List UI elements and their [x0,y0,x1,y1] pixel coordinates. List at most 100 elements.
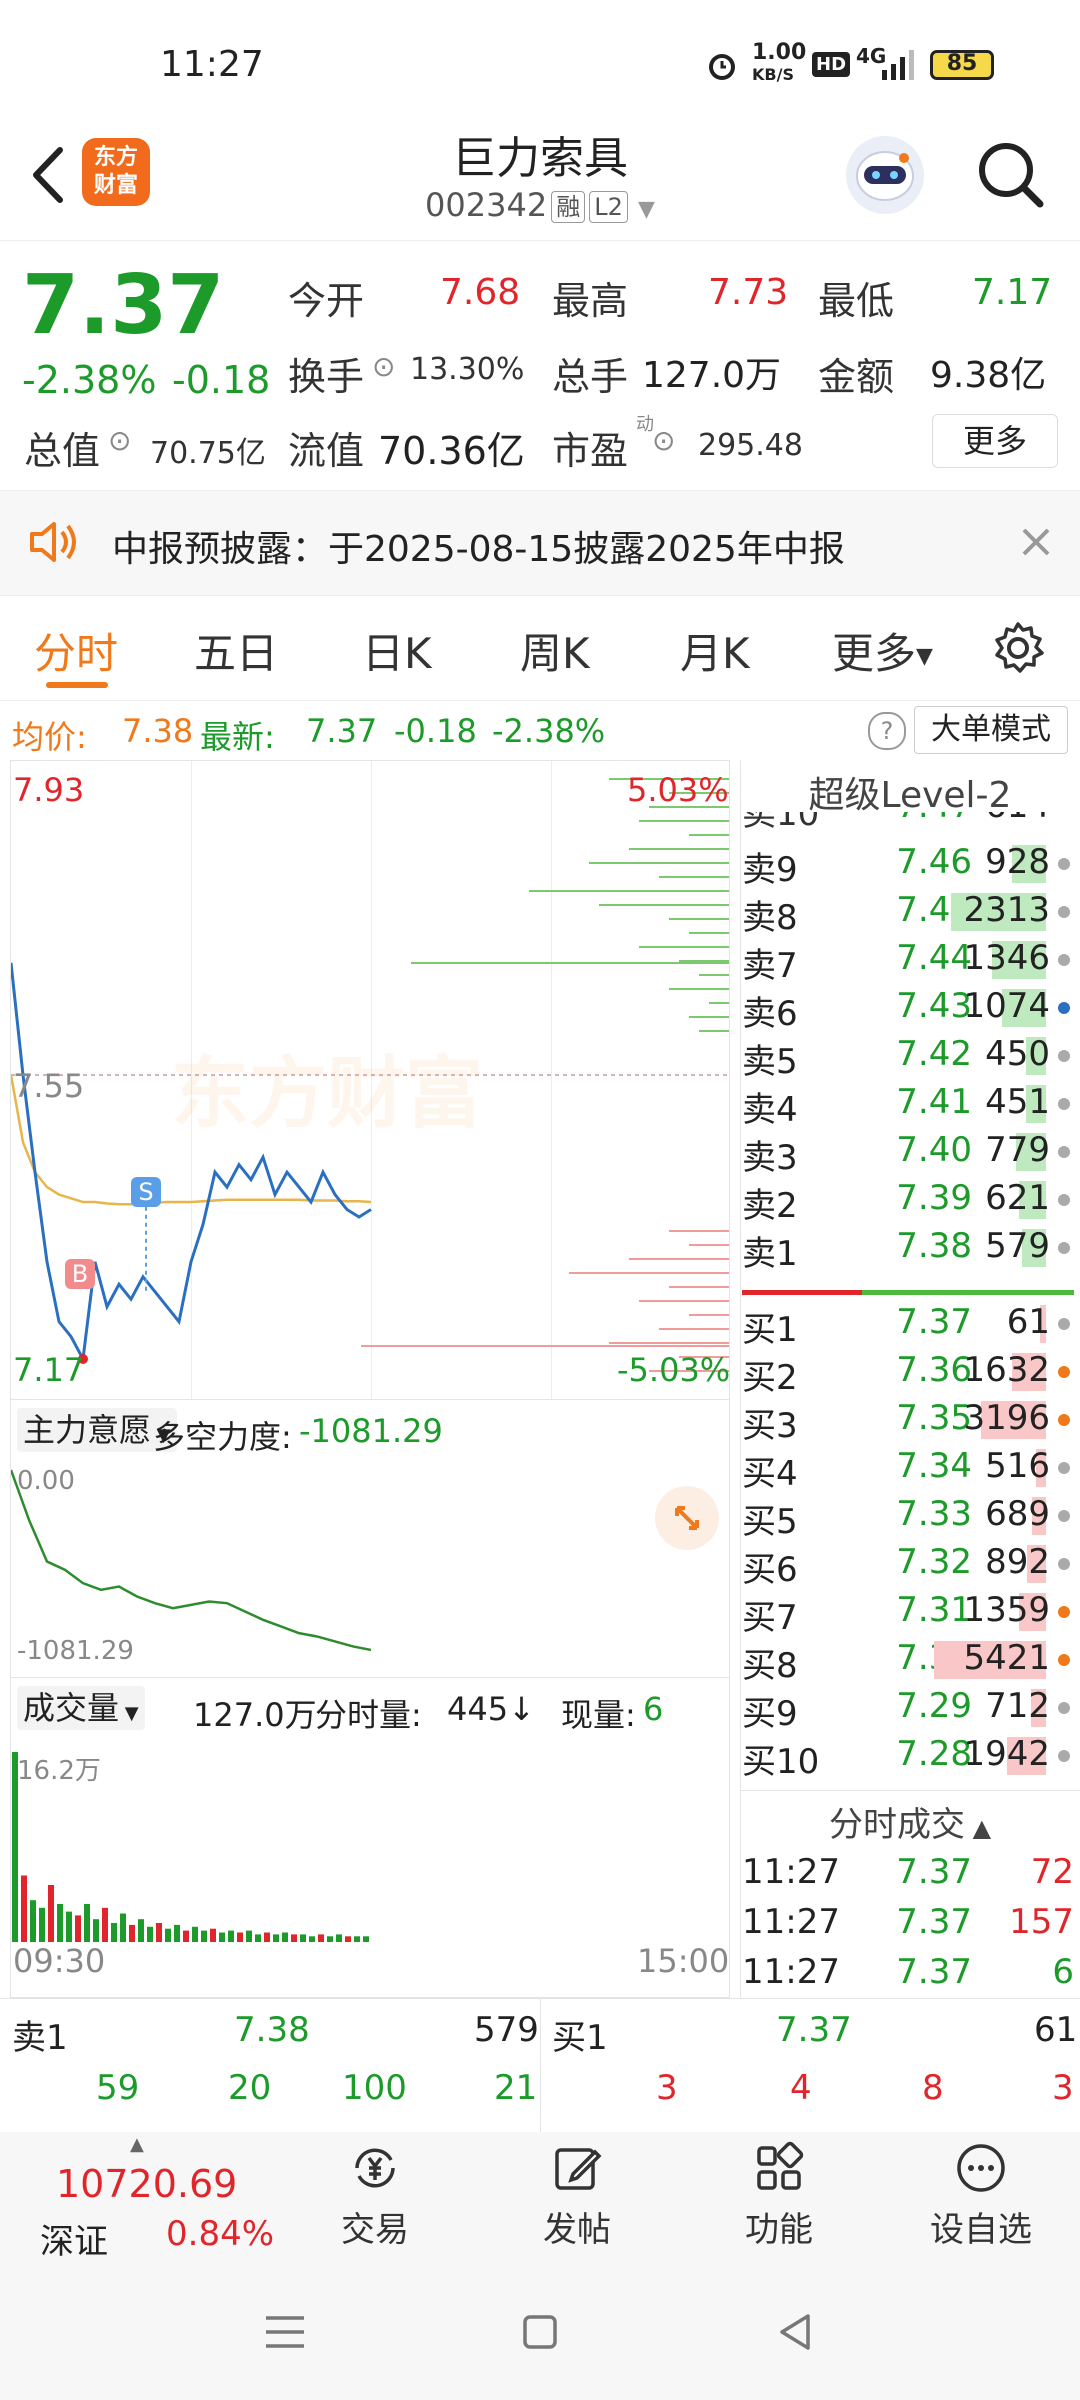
trade-qty: 157 [1009,1902,1074,1942]
menu-icon[interactable] [262,2312,308,2352]
nav-add-favorite[interactable]: 设自选 [906,2140,1056,2251]
buy-marker[interactable]: B [65,1259,95,1289]
ask-row[interactable]: 卖2 7.39 621 [742,1178,1080,1226]
volume-selector[interactable]: 成交量 ▼ [17,1686,145,1730]
strip-left-num: 100 [342,2068,407,2108]
ask-row[interactable]: 卖3 7.40 779 [742,1130,1080,1178]
tab-five-day[interactable]: 五日 [194,620,278,681]
market-cap-info-icon[interactable]: ⊙ [108,424,131,457]
caret-up-icon: ▲ [964,1814,992,1842]
ask-level: 卖2 [742,1186,798,1226]
volume-bar [291,1934,297,1942]
volume-bar [192,1926,198,1942]
status-dot [1058,1654,1070,1666]
trade-time: 11:27 [742,1952,840,1992]
volume-bar [327,1936,333,1942]
tab-monthly-k[interactable]: 月K [680,620,750,681]
status-dot [1058,1242,1070,1254]
ask-row[interactable]: 卖5 7.42 450 [742,1034,1080,1082]
volume-label: 总手 [552,355,629,399]
change-amount: -0.18 [172,358,271,402]
pe-info-icon[interactable]: ⊙ [652,424,675,457]
volume-bar [363,1936,369,1942]
ask-row[interactable]: 卖4 7.41 451 [742,1082,1080,1130]
bid-qty: 892 [985,1542,1050,1582]
status-bar: 11:27 1.00 KB/S HD 4G 85 [0,0,1080,120]
volume-bar [147,1926,153,1942]
volume-name: 成交量 [23,1689,120,1727]
bid-level: 买5 [742,1502,798,1542]
bid-row[interactable]: 买6 7.32 892 [742,1542,1080,1590]
search-icon[interactable] [976,140,1046,210]
ask-qty: 579 [985,1226,1050,1266]
high-label: 最高 [552,279,629,323]
trade-time: 11:27 [742,1902,840,1942]
back-triangle-icon[interactable] [774,2310,818,2354]
ask-price: 7.43 [896,986,972,1026]
low-label: 最低 [818,279,895,323]
volume-bar [237,1932,243,1942]
help-icon[interactable]: ? [868,712,906,750]
ask-row[interactable]: 卖1 7.38 579 [742,1226,1080,1274]
index-value[interactable]: 10720.69 [56,2162,237,2206]
volume-bar [21,1875,27,1942]
trades-header[interactable]: 分时成交 ▲ [740,1790,1080,1851]
intraday-chart[interactable]: 东方财富 7.93 7.55 7.17 5.03% -5.03% B S [10,760,730,1400]
y-axis-mid-label: 7.55 [13,1067,85,1105]
order-book-title[interactable]: 超级Level-2 [740,766,1080,818]
bid-row[interactable]: 买5 7.33 689 [742,1494,1080,1542]
status-dot [1058,1510,1070,1522]
trade-icon [355,2148,395,2188]
tab-weekly-k[interactable]: 周K [520,620,590,681]
bid-row[interactable]: 买10 7.28 1942 [742,1734,1080,1782]
index-name: 深证 [40,2222,108,2262]
close-icon[interactable] [1016,522,1056,562]
stock-code: 002342 [425,186,548,224]
gear-icon[interactable] [990,620,1046,676]
signal-icon [880,48,920,82]
trade-qty: 6 [1052,1952,1074,1992]
volume-bar [336,1934,342,1942]
bid-row[interactable]: 买4 7.34 516 [742,1446,1080,1494]
ask-row[interactable]: 卖8 7.45 2313 [742,890,1080,938]
turnover-info-icon[interactable]: ⊙ [372,350,395,383]
current-price: 7.37 [22,258,225,353]
indicator-line-svg [11,1469,372,1652]
more-quote-button[interactable]: 更多 [932,414,1058,468]
nav-functions[interactable]: 功能 [704,2140,854,2251]
status-time: 11:27 [160,44,264,85]
volume-bar [183,1930,189,1942]
bid-row[interactable]: 买7 7.31 1359 [742,1590,1080,1638]
battery-icon: 85 [930,50,994,80]
ask-level: 卖6 [742,994,798,1034]
volume-bar [246,1930,252,1942]
avg-price-value: 7.38 [122,712,194,750]
bid-row[interactable]: 买1 7.37 61 [742,1302,1080,1350]
sell-marker[interactable]: S [131,1176,161,1207]
robot-assistant-icon[interactable] [846,136,924,214]
ask-row[interactable]: 卖7 7.44 1346 [742,938,1080,986]
bid-row[interactable]: 买87.305421 [742,1638,1080,1686]
bid-row[interactable]: 买2 7.36 1632 [742,1350,1080,1398]
bid-row[interactable]: 买9 7.29 712 [742,1686,1080,1734]
bid-row[interactable]: 买3 7.35 3196 [742,1398,1080,1446]
tab-daily-k[interactable]: 日K [362,620,432,681]
indicator-name: 主力意愿 [23,1411,152,1449]
bid-qty: 689 [985,1494,1050,1534]
volume-bar [120,1913,126,1942]
large-order-mode-button[interactable]: 大单模式 [914,706,1068,754]
nav-post-label: 发帖 [543,2210,611,2250]
notice-text: 中报预披露：于2025-08-15披露2025年中报 [112,529,845,570]
expand-icon[interactable] [655,1486,719,1550]
home-square-icon[interactable] [520,2312,560,2352]
nav-post[interactable]: 发帖 [502,2140,652,2251]
ask-row[interactable]: 卖6 7.43 1074 [742,986,1080,1034]
nav-trade[interactable]: 交易 [300,2140,450,2251]
ask-row[interactable]: 卖9 7.46 928 [742,842,1080,890]
tick-volume-label: 分时量: [315,1696,422,1734]
strip-divider [540,1998,541,2132]
tab-intraday[interactable]: 分时 [34,620,118,681]
amount-value: 9.38亿 [930,355,1047,396]
bid-level: 买6 [742,1550,798,1590]
tab-more[interactable]: 更多▼ [832,620,933,681]
